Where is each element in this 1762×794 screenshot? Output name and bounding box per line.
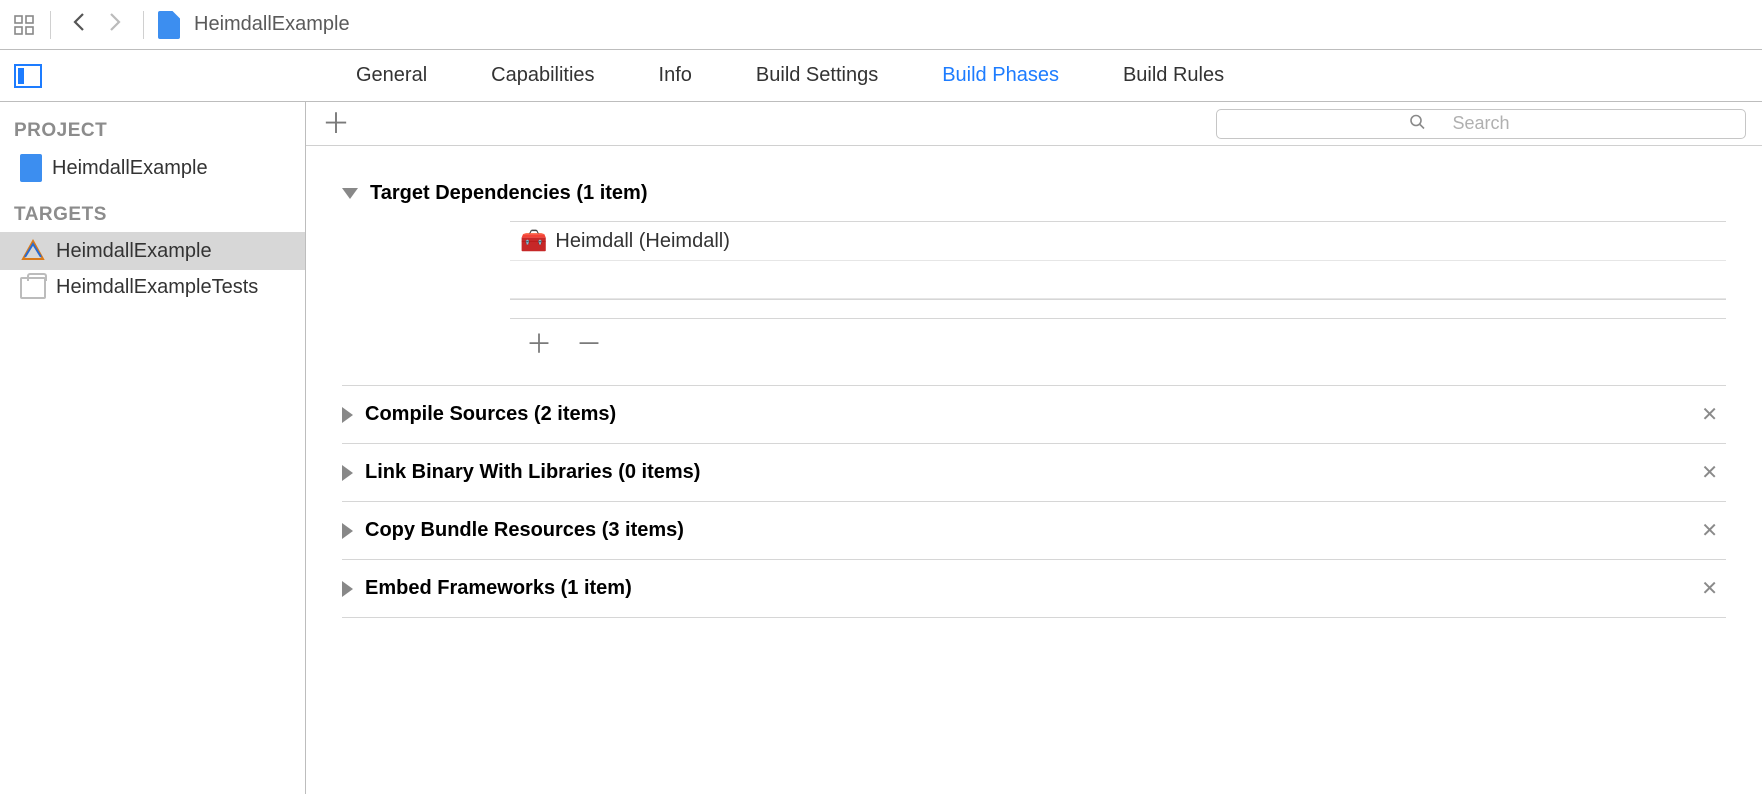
phase-title: Copy Bundle Resources (3 items) — [365, 519, 684, 542]
dependency-actions: ＋ － — [510, 318, 1726, 369]
project-sidebar: PROJECT HeimdallExample TARGETS Heimdall… — [0, 102, 306, 794]
related-items-icon[interactable] — [12, 13, 36, 37]
phase-compile-sources: Compile Sources (2 items) ✕ — [342, 386, 1726, 444]
app-target-icon — [20, 238, 46, 264]
remove-phase-button[interactable]: ✕ — [1701, 402, 1726, 427]
sidebar-target-heimdallexampletests[interactable]: HeimdallExampleTests — [0, 270, 305, 305]
remove-dependency-button[interactable]: － — [576, 331, 602, 357]
dependency-name: Heimdall (Heimdall) — [555, 230, 729, 253]
disclosure-down-icon — [342, 188, 358, 199]
sidebar-target-label: HeimdallExample — [56, 240, 212, 263]
sidebar-toggle-icon[interactable] — [14, 64, 42, 88]
remove-phase-button[interactable]: ✕ — [1701, 576, 1726, 601]
test-target-icon — [20, 277, 46, 299]
nav-forward-button[interactable] — [101, 9, 129, 41]
framework-icon: 🧰 — [520, 228, 547, 254]
nav-back-button[interactable] — [65, 9, 93, 41]
sidebar-project-name: HeimdallExample — [52, 157, 208, 180]
editor-tabs-row: General Capabilities Info Build Settings… — [0, 50, 1762, 102]
phase-copy-bundle: Copy Bundle Resources (3 items) ✕ — [342, 502, 1726, 560]
phase-title: Target Dependencies (1 item) — [370, 182, 647, 205]
tab-build-settings[interactable]: Build Settings — [756, 64, 878, 87]
search-input[interactable] — [1216, 109, 1746, 139]
phase-title: Compile Sources (2 items) — [365, 403, 616, 426]
sidebar-target-label: HeimdallExampleTests — [56, 276, 258, 299]
dependency-row-empty — [510, 261, 1726, 299]
dependency-table: 🧰 Heimdall (Heimdall) — [510, 221, 1726, 300]
search-wrap — [1216, 109, 1746, 139]
tab-info[interactable]: Info — [659, 64, 692, 87]
add-dependency-button[interactable]: ＋ — [526, 331, 552, 357]
sidebar-target-heimdallexample[interactable]: HeimdallExample — [0, 232, 305, 270]
phase-target-dependencies: Target Dependencies (1 item) 🧰 Heimdall … — [342, 166, 1726, 386]
disclosure-right-icon — [342, 523, 353, 539]
project-icon — [20, 154, 42, 182]
phase-title: Embed Frameworks (1 item) — [365, 577, 632, 600]
phase-header-copy-bundle[interactable]: Copy Bundle Resources (3 items) ✕ — [342, 502, 1726, 559]
search-icon — [1409, 113, 1425, 134]
phase-header-embed-frameworks[interactable]: Embed Frameworks (1 item) ✕ — [342, 560, 1726, 617]
sidebar-section-targets: TARGETS — [0, 198, 305, 232]
divider — [50, 11, 51, 39]
project-tabs: General Capabilities Info Build Settings… — [356, 64, 1224, 87]
breadcrumb-title[interactable]: HeimdallExample — [194, 13, 350, 36]
add-phase-button[interactable]: ＋ — [322, 110, 350, 138]
tab-capabilities[interactable]: Capabilities — [491, 64, 594, 87]
dependency-row[interactable]: 🧰 Heimdall (Heimdall) — [510, 222, 1726, 261]
project-file-icon — [158, 11, 180, 39]
remove-phase-button[interactable]: ✕ — [1701, 460, 1726, 485]
sidebar-project-item[interactable]: HeimdallExample — [0, 148, 305, 188]
tab-general[interactable]: General — [356, 64, 427, 87]
disclosure-right-icon — [342, 465, 353, 481]
disclosure-right-icon — [342, 407, 353, 423]
phase-header-link-binary[interactable]: Link Binary With Libraries (0 items) ✕ — [342, 444, 1726, 501]
sidebar-section-project: PROJECT — [0, 114, 305, 148]
disclosure-right-icon — [342, 581, 353, 597]
content-toolbar: ＋ — [306, 102, 1762, 146]
phase-link-binary: Link Binary With Libraries (0 items) ✕ — [342, 444, 1726, 502]
top-nav-bar: HeimdallExample — [0, 0, 1762, 50]
remove-phase-button[interactable]: ✕ — [1701, 518, 1726, 543]
phase-title: Link Binary With Libraries (0 items) — [365, 461, 700, 484]
phase-header-target-dependencies[interactable]: Target Dependencies (1 item) — [342, 166, 1726, 221]
divider — [143, 11, 144, 39]
phase-body-target-dependencies: 🧰 Heimdall (Heimdall) ＋ － — [342, 221, 1726, 385]
main-area: PROJECT HeimdallExample TARGETS Heimdall… — [0, 102, 1762, 794]
build-phases-list: Target Dependencies (1 item) 🧰 Heimdall … — [306, 146, 1762, 638]
content-panel: ＋ Target Dependencies (1 item) — [306, 102, 1762, 794]
phase-header-compile-sources[interactable]: Compile Sources (2 items) ✕ — [342, 386, 1726, 443]
phase-embed-frameworks: Embed Frameworks (1 item) ✕ — [342, 560, 1726, 618]
tab-build-rules[interactable]: Build Rules — [1123, 64, 1224, 87]
tab-build-phases[interactable]: Build Phases — [942, 64, 1059, 87]
